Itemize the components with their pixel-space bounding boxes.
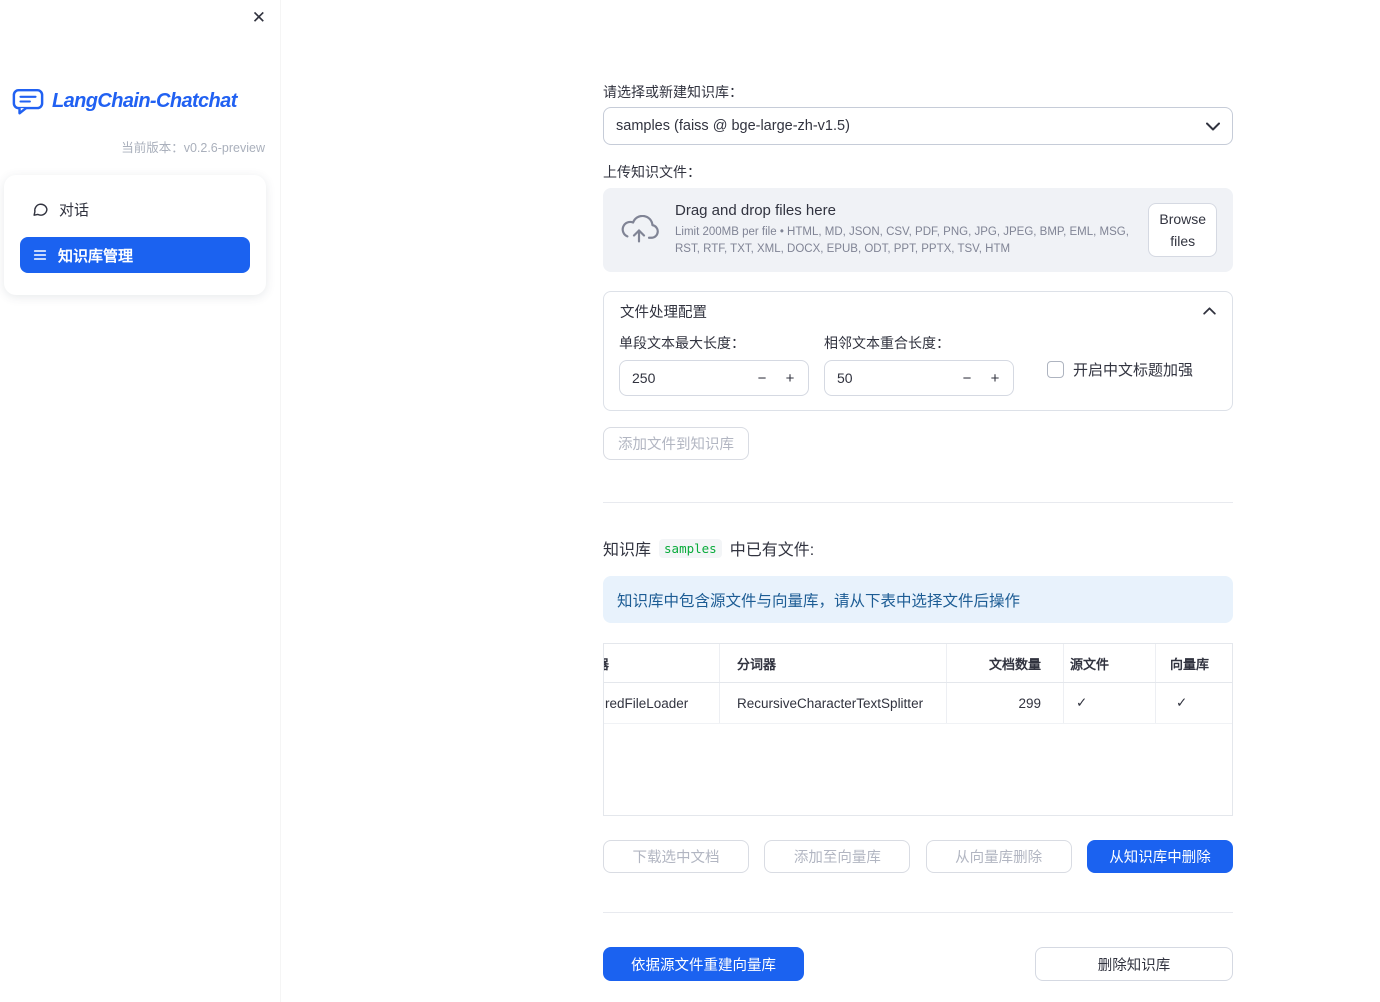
kb-actions-row: 依据源文件重建向量库 删除知识库 (603, 947, 1233, 981)
chevron-up-icon (1203, 307, 1216, 315)
table-header-row: 器 分词器 文档数量 源文件 向量库 (604, 644, 1232, 683)
dropzone-text: Drag and drop files here Limit 200MB per… (675, 202, 1132, 257)
cell-docs-count: 299 (947, 683, 1064, 723)
delete-from-kb-button[interactable]: 从知识库中删除 (1086, 840, 1233, 873)
chevron-down-icon (1206, 122, 1220, 131)
sidebar-menu: 对话 知识库管理 (4, 175, 266, 295)
file-config-expander: 文件处理配置 单段文本最大长度： 250 − + 相邻文本重合长度： 50 − … (603, 291, 1233, 411)
files-table[interactable]: 器 分词器 文档数量 源文件 向量库 redFileLoader Recursi… (603, 643, 1233, 816)
checkbox-label: 开启中文标题加强 (1073, 362, 1194, 379)
chat-logo-icon (12, 88, 44, 115)
sidebar-item-label: 对话 (59, 201, 90, 219)
file-dropzone[interactable]: Drag and drop files here Limit 200MB per… (603, 188, 1233, 272)
table-header-vector-store: 向量库 (1170, 656, 1210, 672)
chat-bubble-icon (32, 201, 49, 218)
kb-select[interactable]: samples (faiss @ bge-large-zh-v1.5) (603, 107, 1233, 145)
main-content: 请选择或新建知识库： samples (faiss @ bge-large-zh… (280, 0, 1380, 1002)
table-header-source-file: 源文件 (1064, 644, 1156, 682)
chunk-overlap-increment-button[interactable]: + (981, 370, 1009, 387)
version-label: 当前版本：v0.2.6-preview (0, 137, 265, 156)
chunk-overlap-input[interactable]: 50 − + (824, 360, 1014, 396)
cell-source-file-check: ✓ (1064, 683, 1156, 723)
kb-files-heading: 知识库 samples 中已有文件: (603, 536, 1233, 560)
dropzone-title: Drag and drop files here (675, 202, 836, 220)
sidebar-item-label: 知识库管理 (58, 247, 134, 265)
app-logo: LangChain-Chatchat (12, 88, 280, 115)
app-logo-text: LangChain-Chatchat (52, 90, 237, 112)
file-actions-row: 下载选中文档 添加至向量库 从向量库删除 从知识库中删除 (603, 840, 1233, 873)
zh-title-enhance-checkbox[interactable]: 开启中文标题加强 (1047, 359, 1193, 380)
cell-loader: redFileLoader (604, 683, 720, 723)
kb-select-value: samples (faiss @ bge-large-zh-v1.5) (616, 118, 850, 134)
upload-cloud-icon (619, 214, 659, 246)
table-header-docs-count: 文档数量 (947, 644, 1064, 682)
chunk-size-label: 单段文本最大长度： (619, 335, 745, 351)
browse-files-button[interactable]: Browse files (1148, 202, 1217, 258)
delete-kb-button[interactable]: 删除知识库 (1035, 947, 1233, 981)
info-alert: 知识库中包含源文件与向量库，请从下表中选择文件后操作 (603, 576, 1233, 623)
version-value: v0.2.6-preview (183, 141, 265, 155)
kb-select-label: 请选择或新建知识库： (603, 84, 743, 100)
sidebar: ✕ LangChain-Chatchat 当前版本：v0.2.6-preview… (0, 0, 280, 1002)
chunk-size-field: 单段文本最大长度： 250 − + (619, 330, 809, 396)
chunk-overlap-decrement-button[interactable]: − (953, 370, 981, 387)
table-header-loader: 器 (604, 644, 720, 682)
checkbox-box[interactable] (1047, 361, 1064, 378)
chunk-size-value: 250 (632, 370, 656, 386)
list-icon (32, 247, 48, 263)
divider (603, 912, 1233, 913)
chunk-size-decrement-button[interactable]: − (748, 370, 776, 387)
version-prefix: 当前版本： (121, 141, 184, 155)
cell-splitter: RecursiveCharacterTextSplitter (720, 683, 947, 723)
sidebar-item-chat[interactable]: 对话 (20, 191, 250, 227)
kb-name-code: samples (659, 538, 722, 558)
expander-header[interactable]: 文件处理配置 (604, 292, 1232, 330)
download-selected-button[interactable]: 下载选中文档 (603, 840, 749, 873)
sidebar-close-icon[interactable]: ✕ (250, 6, 268, 30)
table-row[interactable]: redFileLoader RecursiveCharacterTextSpli… (604, 683, 1232, 724)
sidebar-item-knowledge-base[interactable]: 知识库管理 (20, 237, 250, 273)
add-files-to-kb-button[interactable]: 添加文件到知识库 (603, 427, 749, 460)
chunk-size-input[interactable]: 250 − + (619, 360, 809, 396)
table-header-splitter: 分词器 (720, 644, 947, 682)
dropzone-hint: Limit 200MB per file • HTML, MD, JSON, C… (675, 226, 1129, 255)
cell-vector-store-check: ✓ (1176, 695, 1188, 710)
expander-title: 文件处理配置 (620, 304, 707, 321)
expander-body: 单段文本最大长度： 250 − + 相邻文本重合长度： 50 − + 开启中文标… (604, 330, 1232, 410)
kb-files-suffix: 中已有文件: (729, 542, 815, 559)
divider (603, 502, 1233, 503)
add-to-vector-store-button[interactable]: 添加至向量库 (764, 840, 911, 873)
delete-from-vector-store-button[interactable]: 从向量库删除 (925, 840, 1072, 873)
chunk-overlap-field: 相邻文本重合长度： 50 − + (824, 330, 1014, 396)
chunk-overlap-label: 相邻文本重合长度： (824, 335, 950, 351)
kb-files-prefix: 知识库 (603, 542, 652, 559)
upload-label: 上传知识文件： (603, 164, 701, 180)
chunk-overlap-value: 50 (837, 370, 853, 386)
chunk-size-increment-button[interactable]: + (776, 370, 804, 387)
rebuild-vector-store-button[interactable]: 依据源文件重建向量库 (603, 947, 804, 981)
